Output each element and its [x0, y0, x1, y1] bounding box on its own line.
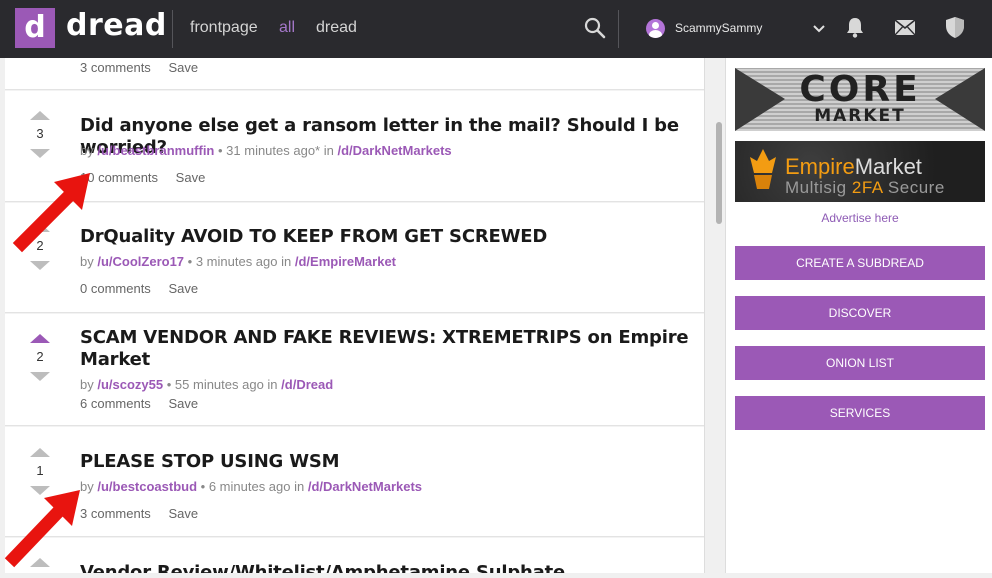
nav-dread-link[interactable]: dread — [316, 19, 357, 37]
create-subdread-button[interactable]: CREATE A SUBDREAD — [735, 246, 985, 280]
scrollbar-thumb[interactable] — [716, 122, 722, 224]
post-time: • 6 minutes ago in — [200, 479, 305, 494]
vote-column: 3 — [27, 111, 53, 158]
empire-market-ad-banner[interactable]: EmpireMarket Multisig 2FA Secure — [735, 141, 985, 202]
ad-subline: Multisig 2FA Secure — [785, 178, 945, 197]
post-title[interactable]: PLEASE STOP USING WSM — [80, 451, 695, 473]
upvote-arrow-icon[interactable] — [30, 111, 50, 120]
upvote-arrow-icon[interactable] — [30, 334, 50, 343]
nav-all-link[interactable]: all — [279, 19, 295, 37]
save-link[interactable]: Save — [168, 506, 198, 521]
ad-headline: EmpireMarket — [785, 154, 922, 179]
search-icon[interactable] — [583, 16, 607, 40]
ad-decoration — [735, 68, 785, 131]
shield-icon[interactable] — [945, 16, 965, 39]
username-label[interactable]: ScammySammy — [675, 21, 762, 35]
ad-subline: MARKET — [814, 106, 906, 126]
subdread-link[interactable]: /d/Dread — [281, 377, 333, 392]
post-card: 2 SCAM VENDOR AND FAKE REVIEWS: XTREMETR… — [5, 314, 704, 426]
post-actions: 0 comments Save — [80, 281, 212, 296]
comments-link[interactable]: 3 comments — [80, 60, 151, 75]
nav-divider — [618, 10, 619, 48]
post-card: 3 comments Save — [5, 58, 704, 90]
subdread-link[interactable]: /d/DarkNetMarkets — [337, 143, 451, 158]
mail-icon[interactable] — [894, 19, 916, 36]
top-navigation-bar: d dread frontpage all dread ScammySammy — [0, 0, 992, 58]
onion-list-button[interactable]: ONION LIST — [735, 346, 985, 380]
ad-decoration — [935, 68, 985, 131]
post-score: 3 — [36, 126, 44, 141]
scrollbar-track[interactable] — [704, 58, 726, 573]
author-link[interactable]: /u/beastbranmuffin — [97, 143, 214, 158]
comments-link[interactable]: 6 comments — [80, 396, 151, 411]
post-time: • 3 minutes ago in — [187, 254, 292, 269]
upvote-arrow-icon[interactable] — [30, 448, 50, 457]
save-link[interactable]: Save — [176, 170, 206, 185]
by-label: by — [80, 143, 94, 158]
post-actions: 6 comments Save — [80, 396, 212, 411]
post-card: Vendor Review/Whitelist/Amphetamine Sulp… — [5, 538, 704, 573]
post-time: • 55 minutes ago in — [166, 377, 278, 392]
nav-divider — [172, 10, 173, 48]
post-title[interactable]: SCAM VENDOR AND FAKE REVIEWS: XTREMETRIP… — [80, 327, 695, 371]
core-market-ad-banner[interactable]: CORE MARKET — [735, 68, 985, 131]
post-score: 1 — [36, 463, 44, 478]
discover-button[interactable]: DISCOVER — [735, 296, 985, 330]
post-meta: by /u/beastbranmuffin • 31 minutes ago* … — [80, 143, 452, 158]
vote-column: 2 — [27, 334, 53, 381]
downvote-arrow-icon[interactable] — [30, 149, 50, 158]
post-meta: by /u/bestcoastbud • 6 minutes ago in /d… — [80, 479, 422, 494]
ad-headline: CORE — [799, 69, 921, 110]
by-label: by — [80, 377, 94, 392]
red-annotation-arrow-icon — [12, 173, 90, 253]
post-actions: 3 comments Save — [80, 60, 212, 75]
post-meta: by /u/CoolZero17 • 3 minutes ago in /d/E… — [80, 254, 396, 269]
post-title[interactable]: Vendor Review/Whitelist/Amphetamine Sulp… — [80, 562, 695, 573]
save-link[interactable]: Save — [168, 281, 198, 296]
subdread-link[interactable]: /d/DarkNetMarkets — [308, 479, 422, 494]
save-link[interactable]: Save — [168, 396, 198, 411]
nav-frontpage-link[interactable]: frontpage — [190, 19, 258, 37]
save-link[interactable]: Save — [168, 60, 198, 75]
post-card: 1 PLEASE STOP USING WSM by /u/bestcoastb… — [5, 427, 704, 537]
post-feed: 3 comments Save 3 Did anyone else get a … — [5, 58, 704, 573]
post-title[interactable]: DrQuality AVOID TO KEEP FROM GET SCREWED — [80, 226, 695, 248]
post-time: • 31 minutes ago* in — [218, 143, 334, 158]
crown-logo-icon — [750, 149, 776, 189]
user-avatar-icon[interactable] — [646, 19, 665, 38]
author-link[interactable]: /u/scozy55 — [97, 377, 163, 392]
author-link[interactable]: /u/CoolZero17 — [97, 254, 184, 269]
downvote-arrow-icon[interactable] — [30, 372, 50, 381]
comments-link[interactable]: 0 comments — [80, 281, 151, 296]
post-meta: by /u/scozy55 • 55 minutes ago in /d/Dre… — [80, 377, 333, 392]
bell-icon[interactable] — [845, 16, 865, 38]
dread-logo-icon[interactable]: d — [15, 8, 55, 48]
subdread-link[interactable]: /d/EmpireMarket — [295, 254, 396, 269]
author-link[interactable]: /u/bestcoastbud — [97, 479, 197, 494]
red-annotation-arrow-icon — [4, 490, 80, 568]
services-button[interactable]: SERVICES — [735, 396, 985, 430]
chevron-down-icon[interactable] — [810, 20, 828, 38]
post-score: 2 — [36, 349, 44, 364]
site-logo-text[interactable]: dread — [66, 8, 167, 43]
advertise-link[interactable]: Advertise here — [735, 211, 985, 225]
